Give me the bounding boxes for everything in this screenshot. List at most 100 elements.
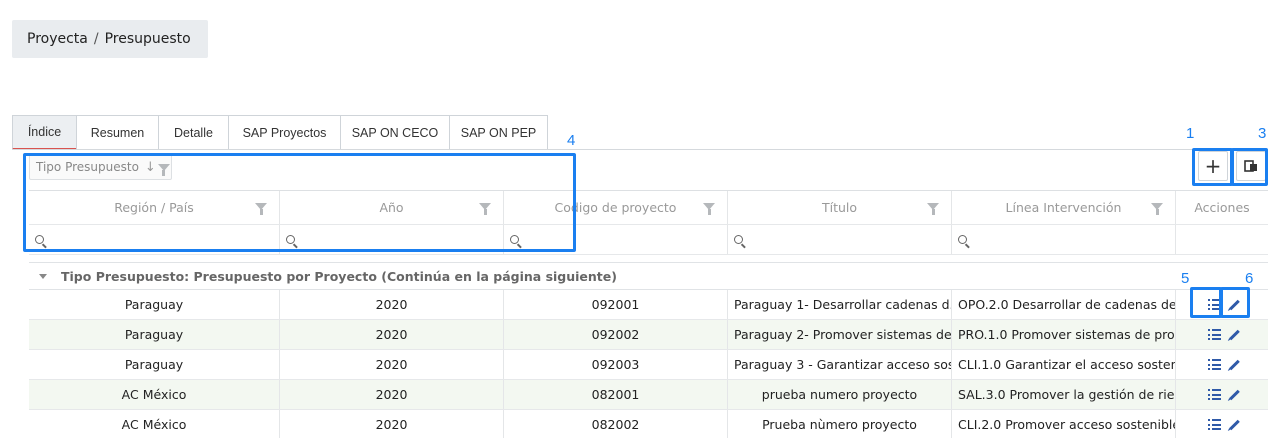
cell-code: 082002 (504, 410, 728, 438)
tab-indice[interactable]: Índice (12, 115, 77, 150)
cell-region: AC México (29, 380, 280, 409)
tab-sap-proyectos[interactable]: SAP Proyectos (228, 115, 341, 150)
cell-title: Paraguay 3 - Garantizar acceso sos... (728, 350, 952, 379)
cell-year: 2020 (280, 410, 504, 438)
plus-icon: + (1204, 154, 1222, 178)
cell-code: 092003 (504, 350, 728, 379)
cell-line: OPO.2.0 Desarrollar de cadenas de... (952, 290, 1176, 319)
group-panel: Tipo Presupuesto ↓ (29, 152, 1268, 182)
cell-region: Paraguay (29, 350, 280, 379)
group-chip-label: Tipo Presupuesto (36, 160, 139, 174)
header-row: Región / País Año Codigo de proyecto Tít… (29, 191, 1268, 225)
table-row[interactable]: Paraguay 2020 092003 Paraguay 3 - Garant… (29, 350, 1268, 380)
cell-actions (1176, 320, 1268, 349)
list-icon[interactable] (1208, 299, 1221, 310)
tab-sap-on-pep[interactable]: SAP ON PEP (449, 115, 548, 150)
edit-icon[interactable] (1229, 389, 1240, 400)
list-icon[interactable] (1208, 389, 1221, 400)
search-icon (510, 235, 519, 244)
annotation-label-1: 1 (1186, 125, 1195, 142)
sort-down-icon[interactable]: ↓ (145, 160, 156, 175)
group-row-label: Tipo Presupuesto: Presupuesto por Proyec… (61, 268, 617, 284)
cell-code: 092002 (504, 320, 728, 349)
filter-row (29, 225, 1268, 255)
cell-line: PRO.1.0 Promover sistemas de pro... (952, 320, 1176, 349)
cell-actions (1176, 380, 1268, 409)
cell-title: Paraguay 2- Promover sistemas de... (728, 320, 952, 349)
filter-icon[interactable] (1151, 203, 1163, 215)
cell-title: prueba numero proyecto (728, 380, 952, 409)
column-header-region[interactable]: Región / País (29, 191, 280, 224)
column-header-actions: Acciones (1194, 200, 1250, 215)
tab-detalle[interactable]: Detalle (158, 115, 229, 150)
search-icon (286, 235, 295, 244)
filter-cell-line[interactable] (952, 225, 1176, 254)
cell-actions (1176, 290, 1268, 319)
filter-cell-title[interactable] (728, 225, 952, 254)
tab-divider (12, 149, 1268, 150)
cell-year: 2020 (280, 290, 504, 319)
table-row[interactable]: AC México 2020 082001 prueba numero proy… (29, 380, 1268, 410)
filter-icon[interactable] (255, 203, 267, 215)
annotation-label-4: 4 (567, 132, 576, 149)
table-row[interactable]: Paraguay 2020 092001 Paraguay 1- Desarro… (29, 290, 1268, 320)
cell-region: Paraguay (29, 320, 280, 349)
cell-year: 2020 (280, 320, 504, 349)
filter-cell-actions (1176, 225, 1268, 254)
column-header-line[interactable]: Línea Intervención (952, 191, 1176, 224)
list-icon[interactable] (1208, 419, 1221, 430)
cell-region: AC México (29, 410, 280, 438)
edit-icon[interactable] (1229, 329, 1240, 340)
cell-year: 2020 (280, 350, 504, 379)
table-row[interactable]: AC México 2020 082002 Prueba nùmero proy… (29, 410, 1268, 438)
data-grid: Región / País Año Codigo de proyecto Tít… (29, 190, 1268, 255)
tab-resumen[interactable]: Resumen (76, 115, 159, 150)
cell-line: SAL.3.0 Promover la gestión de rie... (952, 380, 1176, 409)
filter-cell-code[interactable] (504, 225, 728, 254)
column-header-title[interactable]: Título (728, 191, 952, 224)
cell-line: CLI.1.0 Garantizar el acceso sosteni... (952, 350, 1176, 379)
column-header-code[interactable]: Codigo de proyecto (504, 191, 728, 224)
search-icon (35, 235, 44, 244)
cell-year: 2020 (280, 380, 504, 409)
cell-title: Prueba nùmero proyecto (728, 410, 952, 438)
tab-sap-on-ceco[interactable]: SAP ON CECO (340, 115, 450, 150)
filter-icon[interactable] (479, 203, 491, 215)
add-button[interactable]: + (1198, 151, 1228, 181)
filter-icon[interactable] (703, 203, 715, 215)
export-button[interactable] (1236, 151, 1266, 181)
cell-code: 092001 (504, 290, 728, 319)
list-icon[interactable] (1208, 359, 1221, 370)
breadcrumb: Proyecta / Presupuesto (12, 20, 208, 58)
table-row[interactable]: Paraguay 2020 092002 Paraguay 2- Promove… (29, 320, 1268, 350)
search-icon (958, 235, 967, 244)
filter-icon[interactable] (927, 203, 939, 215)
list-icon[interactable] (1208, 329, 1221, 340)
cell-actions (1176, 350, 1268, 379)
edit-icon[interactable] (1229, 419, 1240, 430)
breadcrumb-current: Presupuesto (104, 31, 191, 47)
breadcrumb-separator: / (93, 31, 99, 47)
collapse-icon[interactable] (39, 273, 47, 279)
cell-actions (1176, 410, 1268, 438)
cell-line: CLI.2.0 Promover acceso sostenible... (952, 410, 1176, 438)
annotation-label-5: 5 (1181, 270, 1190, 287)
edit-icon[interactable] (1229, 299, 1240, 310)
cell-code: 082001 (504, 380, 728, 409)
column-header-year[interactable]: Año (280, 191, 504, 224)
search-icon (734, 235, 743, 244)
annotation-label-3: 3 (1258, 125, 1267, 142)
group-chip-tipo-presupuesto[interactable]: Tipo Presupuesto ↓ (29, 154, 172, 180)
annotation-label-6: 6 (1245, 270, 1254, 287)
edit-icon[interactable] (1229, 359, 1240, 370)
copy-icon (1244, 160, 1257, 172)
cell-title: Paraguay 1- Desarrollar cadenas d... (728, 290, 952, 319)
filter-cell-year[interactable] (280, 225, 504, 254)
filter-icon[interactable] (157, 163, 170, 176)
breadcrumb-root[interactable]: Proyecta (27, 31, 88, 47)
filter-cell-region[interactable] (29, 225, 280, 254)
tab-bar: Índice Resumen Detalle SAP Proyectos SAP… (12, 115, 548, 150)
grid-body: Paraguay 2020 092001 Paraguay 1- Desarro… (29, 290, 1268, 438)
group-row[interactable]: Tipo Presupuesto: Presupuesto por Proyec… (29, 262, 1268, 290)
cell-region: Paraguay (29, 290, 280, 319)
